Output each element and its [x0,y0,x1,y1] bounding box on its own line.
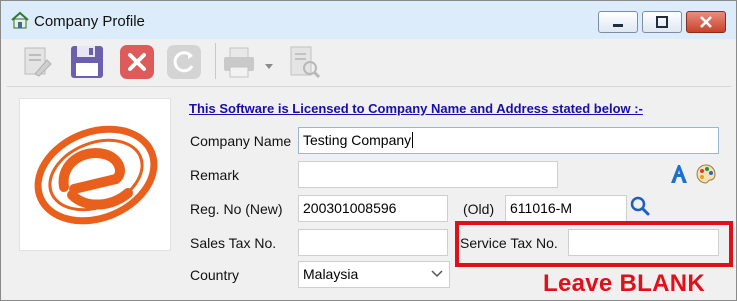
save-icon [71,46,103,78]
remark-field[interactable] [298,161,558,188]
company-logo[interactable] [19,98,171,251]
refresh-icon [167,45,201,79]
lookup-button[interactable] [629,195,651,217]
palette-icon [696,164,716,184]
country-value: Malaysia [303,266,359,282]
chevron-down-icon [431,270,443,278]
country-label: Country [190,267,240,283]
close-window-button[interactable] [686,11,726,33]
company-profile-icon [10,11,30,29]
reg-no-old-field[interactable]: 611016-M [505,195,627,222]
license-link[interactable]: This Software is Licensed to Company Nam… [189,101,643,116]
toolbar-separator [215,43,216,79]
company-name-field[interactable]: Testing Company [298,127,719,154]
sales-tax-label: Sales Tax No. [190,235,277,251]
print-icon [224,47,273,78]
color-palette-button[interactable] [695,163,717,185]
company-profile-window: Company Profile This Software is License… [0,0,737,301]
company-name-label: Company Name [190,133,292,149]
reg-no-new-field[interactable]: 200301008596 [298,195,448,222]
font-button[interactable] [668,163,690,185]
cancel-icon [120,45,154,79]
window-title: Company Profile [34,13,145,30]
maximize-button[interactable] [642,11,682,33]
save-button[interactable] [67,42,107,82]
company-name-value: Testing Company [303,132,412,148]
company-profile-form: This Software is Licensed to Company Nam… [7,86,733,300]
search-icon [630,196,650,216]
print-preview-icon [290,46,321,79]
reg-no-old-label: (Old) [463,201,495,217]
minimize-button[interactable] [598,11,638,33]
edit-button[interactable] [17,42,57,82]
logo-image [34,125,158,225]
refresh-button[interactable] [164,42,204,82]
sales-tax-field[interactable] [298,229,448,256]
cancel-button[interactable] [117,42,157,82]
toolbar [7,39,729,84]
reg-no-new-label: Reg. No (New) [190,201,283,217]
edit-document-icon [24,47,52,77]
annotation-highlight-box [455,221,733,267]
annotation-text: Leave BLANK [543,270,706,297]
print-preview-button[interactable] [284,42,324,82]
country-select[interactable]: Malaysia [298,261,450,288]
print-button[interactable] [221,42,277,82]
title-bar[interactable]: Company Profile [1,1,736,39]
remark-label: Remark [190,167,240,183]
text-caret [412,132,414,148]
font-a-icon [671,165,687,183]
